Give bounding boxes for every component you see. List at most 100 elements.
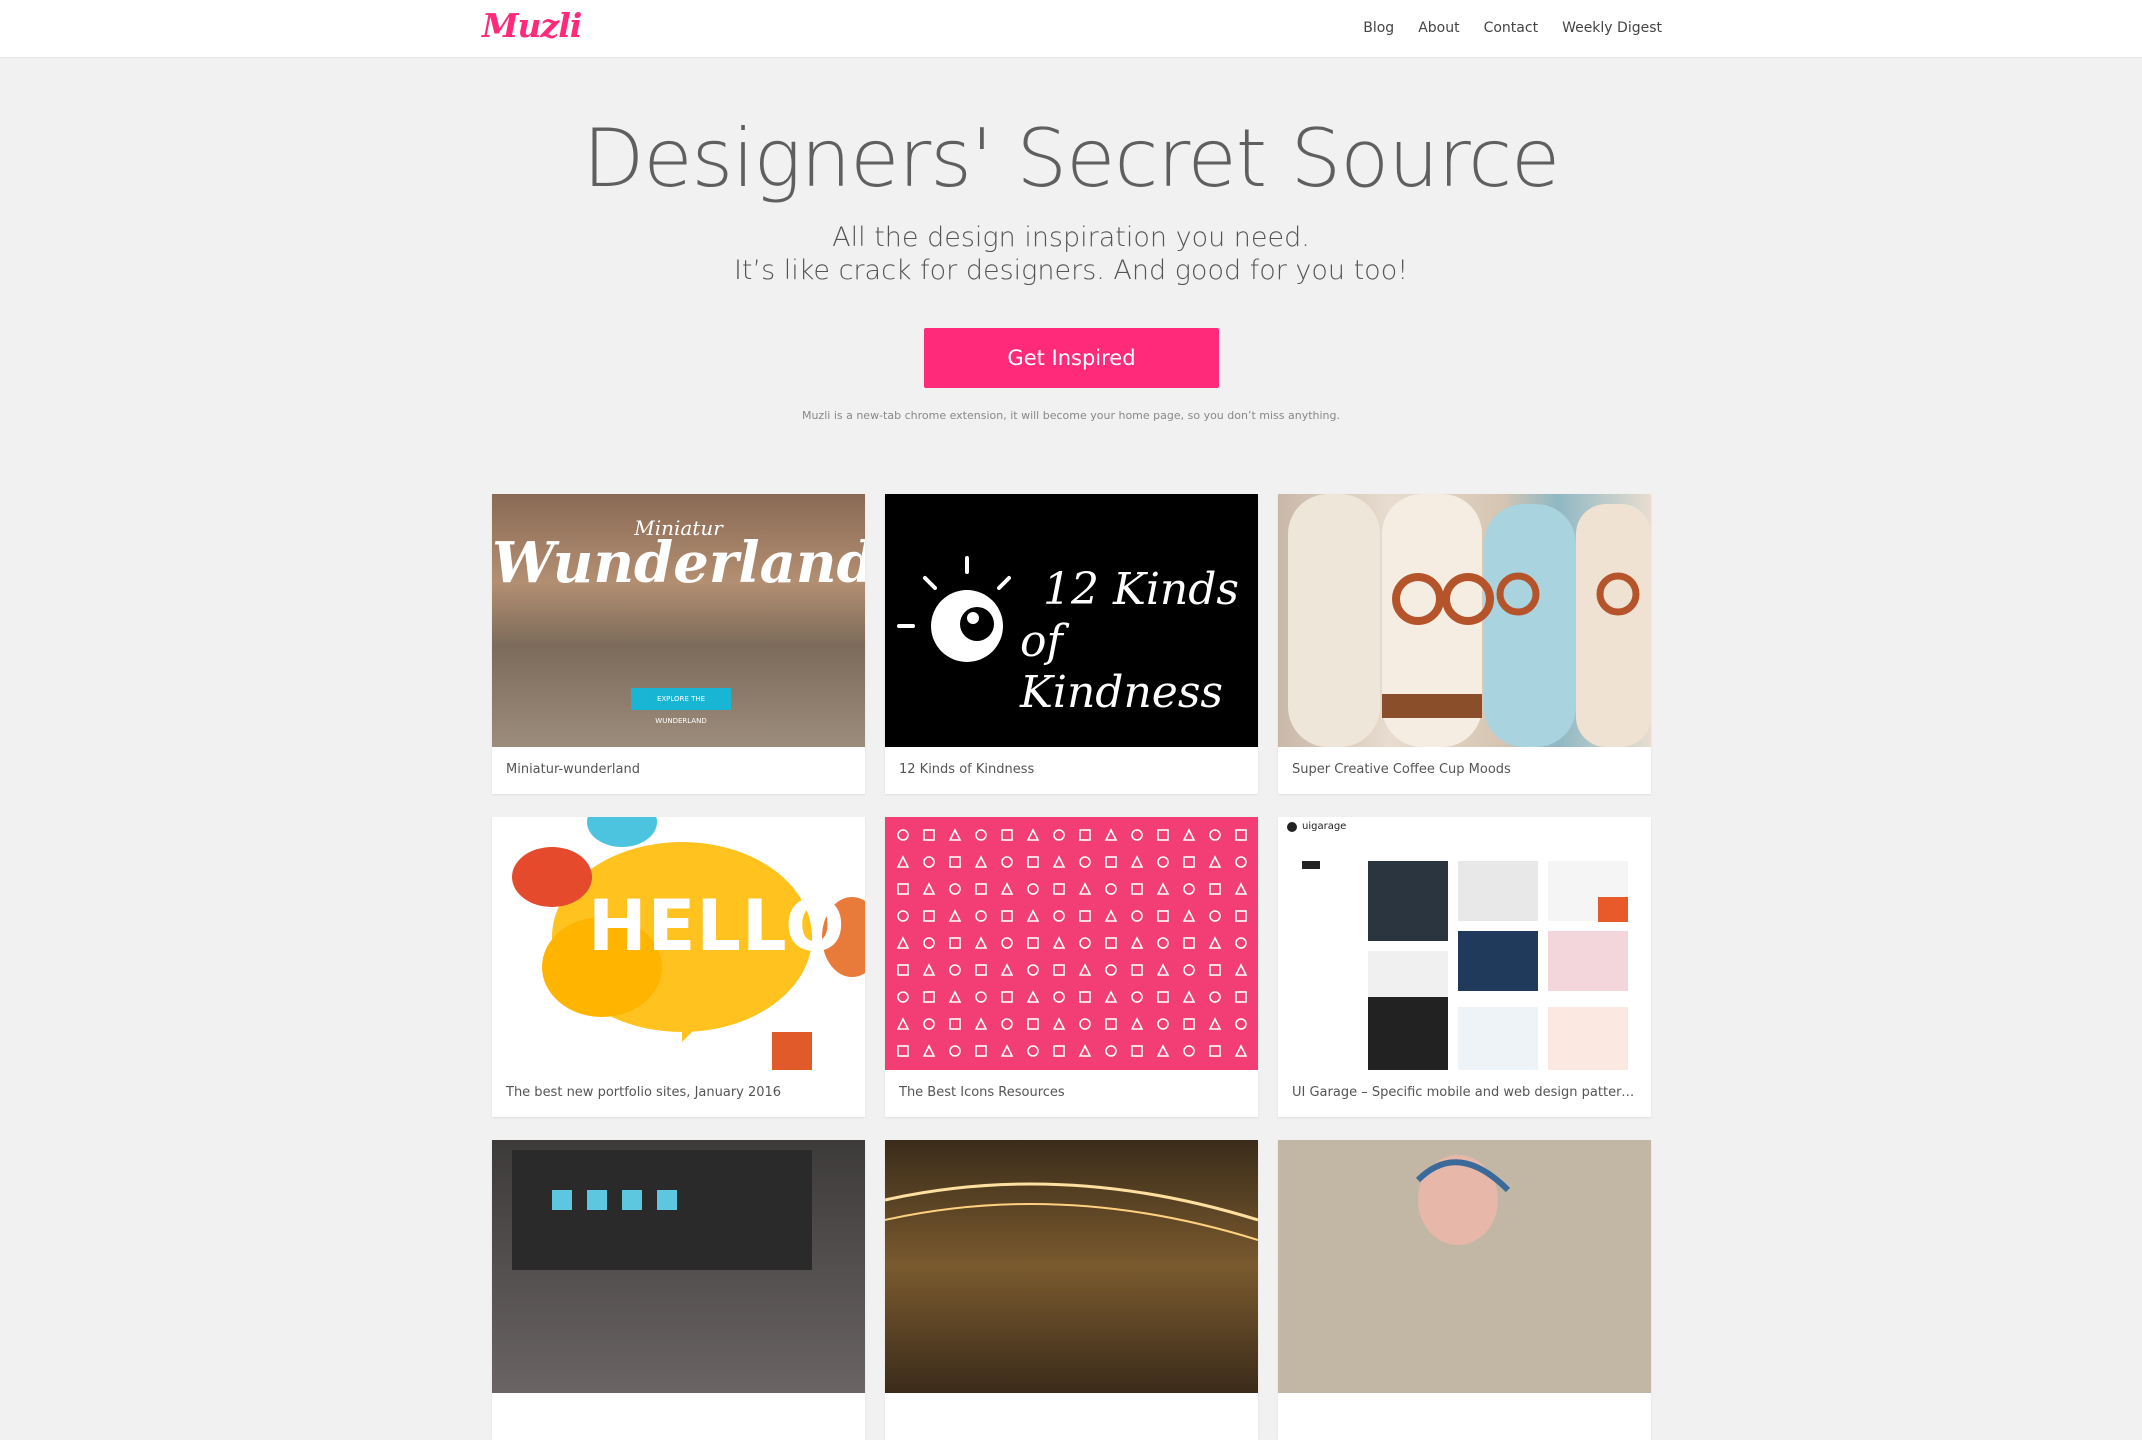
card-thumbnail[interactable] bbox=[885, 817, 1258, 1070]
get-inspired-button[interactable]: Get Inspired bbox=[924, 328, 1219, 388]
card-thumbnail[interactable]: Miniatur Wunderland EXPLORE THE WUNDERLA… bbox=[492, 494, 865, 747]
card-caption[interactable]: UI Garage – Specific mobile and web desi… bbox=[1292, 1085, 1637, 1100]
grid-icon bbox=[1026, 909, 1040, 922]
grid-icon bbox=[1053, 910, 1065, 922]
grid-icon bbox=[1235, 910, 1247, 922]
grid-icon bbox=[1130, 936, 1144, 949]
card-thumbnail[interactable] bbox=[492, 1140, 865, 1393]
grid-icon bbox=[1183, 856, 1195, 868]
card-miniatur-wunderland[interactable]: Miniatur Wunderland EXPLORE THE WUNDERLA… bbox=[492, 494, 865, 794]
nav-about[interactable]: About bbox=[1418, 20, 1459, 36]
grid-icon bbox=[1079, 856, 1091, 868]
grid-icon bbox=[1053, 829, 1065, 841]
grid-icon bbox=[949, 1018, 961, 1030]
grid-icon bbox=[1209, 991, 1221, 1003]
grid-icon bbox=[975, 991, 987, 1003]
grid-icon bbox=[1105, 1018, 1117, 1030]
grid-icon bbox=[1183, 937, 1195, 949]
card-portfolio-sites[interactable]: HELLO The best new portfolio sites, Janu… bbox=[492, 817, 865, 1117]
grid-icon bbox=[975, 964, 987, 976]
grid-icon bbox=[896, 1017, 910, 1030]
card-caption[interactable]: Super Creative Coffee Cup Moods bbox=[1292, 762, 1637, 777]
grid-icon bbox=[1183, 1018, 1195, 1030]
grid-icon bbox=[897, 991, 909, 1003]
grid-icon bbox=[1078, 963, 1092, 976]
card-thumbnail[interactable] bbox=[1278, 1140, 1651, 1393]
grid-icon bbox=[1235, 829, 1247, 841]
card-thumbnail[interactable]: uigarage bbox=[1278, 817, 1651, 1070]
grid-icon bbox=[949, 856, 961, 868]
grid-icon bbox=[897, 964, 909, 976]
card-icons-resources[interactable]: The Best Icons Resources bbox=[885, 817, 1258, 1117]
grid-icon bbox=[1105, 883, 1117, 895]
grid-icon bbox=[1027, 964, 1039, 976]
grid-icon bbox=[897, 829, 909, 841]
thumb-text: uigarage bbox=[1302, 821, 1347, 832]
grid-icon bbox=[1183, 964, 1195, 976]
grid-icon bbox=[1105, 964, 1117, 976]
thumb-text: HELLO bbox=[588, 885, 846, 967]
nav-blog[interactable]: Blog bbox=[1363, 20, 1394, 36]
card-thumbnail[interactable] bbox=[1278, 494, 1651, 747]
grid-icon bbox=[897, 883, 909, 895]
grid-icon bbox=[1156, 882, 1170, 895]
grid-icon bbox=[1182, 828, 1196, 841]
grid-icon bbox=[1183, 883, 1195, 895]
card-thumbnail[interactable]: HELLO bbox=[492, 817, 865, 1070]
grid-icon bbox=[1001, 991, 1013, 1003]
grid-icon bbox=[1235, 991, 1247, 1003]
card-coffee-cup-moods[interactable]: Super Creative Coffee Cup Moods bbox=[1278, 494, 1651, 794]
grid-icon bbox=[1131, 964, 1143, 976]
grid-icon bbox=[1130, 855, 1144, 868]
grid-icon bbox=[1209, 964, 1221, 976]
grid-icon bbox=[1131, 1045, 1143, 1057]
grid-icon bbox=[1235, 856, 1247, 868]
grid-icon bbox=[1053, 1045, 1065, 1057]
thumb-text: of Kindness bbox=[1020, 616, 1223, 718]
grid-icon bbox=[1157, 829, 1169, 841]
grid-icon bbox=[1182, 909, 1196, 922]
muzli-logo[interactable]: Muzli bbox=[482, 6, 582, 50]
card-thumbnail[interactable] bbox=[885, 1140, 1258, 1393]
grid-icon bbox=[1052, 1017, 1066, 1030]
extension-note: Muzli is a new-tab chrome extension, it … bbox=[801, 409, 1341, 422]
grid-icon bbox=[1000, 1044, 1014, 1057]
grid-icon bbox=[1053, 964, 1065, 976]
card-artwork[interactable] bbox=[1278, 1140, 1651, 1440]
figure-image bbox=[1415, 1155, 1511, 1245]
grid-icon bbox=[1079, 1018, 1091, 1030]
grid-icon bbox=[975, 829, 987, 841]
grid-icon bbox=[1131, 910, 1143, 922]
nav-weekly-digest[interactable]: Weekly Digest bbox=[1562, 20, 1662, 36]
card-ui-garage[interactable]: uigarage UI Garage – Specific mobile and… bbox=[1278, 817, 1651, 1117]
card-thumbnail[interactable]: 12 Kinds of Kindness bbox=[885, 494, 1258, 747]
thumb-text: Wunderland bbox=[492, 530, 865, 596]
grid-icon bbox=[974, 1017, 988, 1030]
card-12-kinds-of-kindness[interactable]: 12 Kinds of Kindness 12 Kinds of Kindnes… bbox=[885, 494, 1258, 794]
card-caption[interactable]: 12 Kinds of Kindness bbox=[899, 762, 1244, 777]
grid-icon bbox=[1157, 856, 1169, 868]
light-trails-image bbox=[885, 1182, 1258, 1241]
grid-icon bbox=[974, 936, 988, 949]
grid-icon bbox=[923, 937, 935, 949]
nav-contact[interactable]: Contact bbox=[1484, 20, 1538, 36]
top-bar: Muzli Blog About Contact Weekly Digest bbox=[0, 0, 2142, 58]
grid-icon bbox=[923, 856, 935, 868]
grid-icon bbox=[949, 964, 961, 976]
card-light-trails[interactable] bbox=[885, 1140, 1258, 1440]
grid-icon bbox=[1131, 883, 1143, 895]
grid-icon bbox=[922, 1044, 936, 1057]
grid-icon bbox=[1027, 937, 1039, 949]
grid-icon bbox=[949, 883, 961, 895]
card-caption[interactable]: Miniatur-wunderland bbox=[506, 762, 851, 777]
grid-icon bbox=[975, 883, 987, 895]
card-caption[interactable]: The best new portfolio sites, January 20… bbox=[506, 1085, 851, 1100]
grid-icon bbox=[1156, 963, 1170, 976]
card-desk-setup[interactable] bbox=[492, 1140, 865, 1440]
grid-icon bbox=[1208, 1017, 1222, 1030]
grid-icon bbox=[975, 910, 987, 922]
grid-icon bbox=[922, 963, 936, 976]
grid-icon bbox=[975, 1045, 987, 1057]
card-caption[interactable]: The Best Icons Resources bbox=[899, 1085, 1244, 1100]
grid-icon bbox=[1208, 936, 1222, 949]
